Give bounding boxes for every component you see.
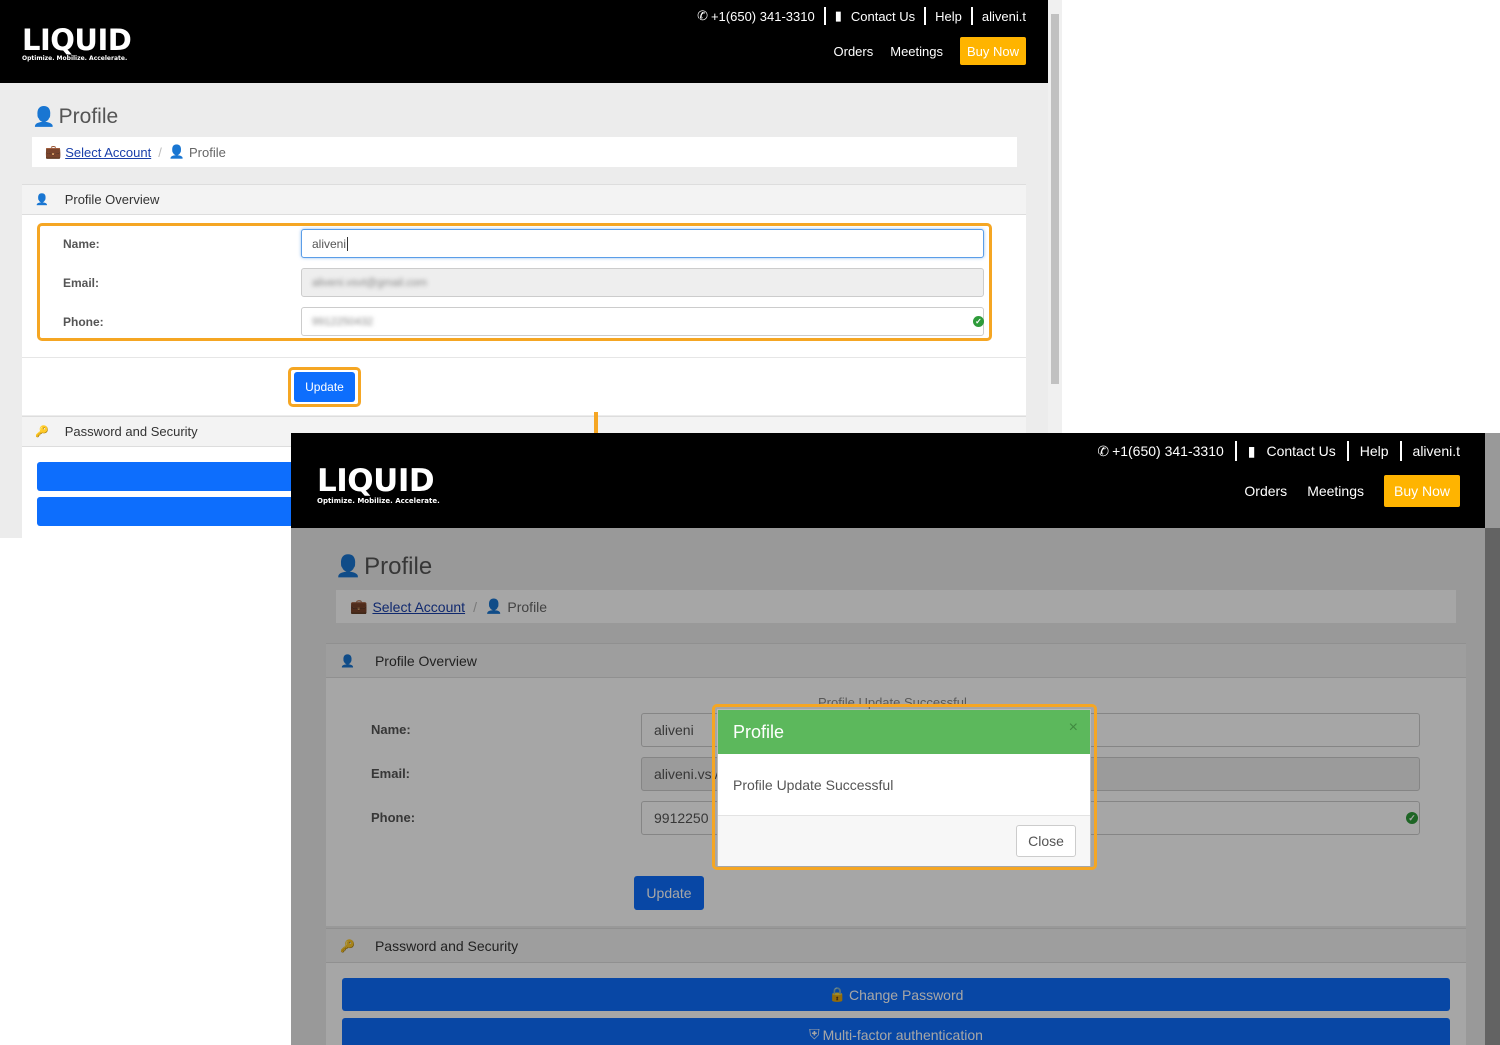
modal-footer: Close	[718, 816, 1090, 866]
phone-input[interactable]: 9912250432	[301, 307, 984, 336]
top-navbar: LIQUID Optimize. Mobilize. Accelerate. ✆…	[0, 0, 1048, 83]
utility-links: ✆ +1(650) 341-3310 ▮ Contact Us Help ali…	[697, 7, 1026, 25]
profile-overview-title: Profile Overview	[64, 192, 160, 207]
help-link[interactable]: Help	[1360, 443, 1389, 459]
nav-meetings[interactable]: Meetings	[1307, 483, 1364, 499]
name-label: Name:	[63, 237, 100, 251]
divider	[823, 7, 826, 25]
name-value: aliveni	[312, 236, 347, 251]
help-link[interactable]: Help	[935, 9, 962, 24]
nav-orders[interactable]: Orders	[834, 44, 874, 59]
logo-tagline: Optimize. Mobilize. Accelerate.	[317, 497, 440, 505]
profile-modal: Profile × Profile Update Successful Clos…	[717, 709, 1091, 866]
update-button[interactable]: Update	[294, 372, 355, 402]
buy-now-button[interactable]: Buy Now	[1384, 475, 1460, 507]
user-icon: 👤	[168, 144, 185, 159]
close-button[interactable]: Close	[1016, 825, 1076, 857]
divider	[1399, 441, 1402, 461]
user-icon: 👤	[32, 107, 56, 128]
profile-overview-header: 👤 Profile Overview	[22, 184, 1026, 215]
modal-title: Profile	[733, 721, 785, 742]
modal-header: Profile ×	[718, 710, 1090, 754]
utility-links: ✆ +1(650) 341-3310 ▮ Contact Us Help ali…	[1097, 441, 1460, 461]
mobile-icon: ▮	[834, 8, 842, 23]
nav-meetings[interactable]: Meetings	[890, 44, 943, 59]
user-menu[interactable]: aliveni.t	[1413, 443, 1460, 459]
logo-tagline: Optimize. Mobilize. Accelerate.	[22, 55, 128, 62]
divider	[22, 357, 1026, 358]
page-title-text: Profile	[58, 105, 119, 128]
close-icon[interactable]: ×	[1069, 719, 1078, 737]
scrollbar-thumb[interactable]	[1051, 14, 1059, 384]
email-value-blurred: aliveni.vsvt@gmail.com	[312, 276, 428, 289]
phone-label: Phone:	[63, 315, 104, 329]
modal-message: Profile Update Successful	[733, 776, 894, 793]
user-menu[interactable]: aliveni.t	[982, 9, 1026, 24]
phone-number[interactable]: +1(650) 341-3310	[711, 9, 815, 24]
briefcase-icon: 💼	[45, 144, 62, 159]
breadcrumb-select-account[interactable]: Select Account	[65, 145, 151, 160]
email-label: Email:	[63, 276, 100, 290]
dim-header-edge	[1485, 433, 1500, 1045]
divider	[970, 7, 973, 25]
phone-number[interactable]: +1(650) 341-3310	[1112, 443, 1224, 459]
user-icon: 👤	[35, 194, 49, 206]
password-security-title: Password and Security	[64, 424, 198, 439]
mobile-icon: ▮	[1247, 442, 1256, 459]
divider	[1234, 441, 1237, 461]
contact-us-link[interactable]: Contact Us	[851, 9, 915, 24]
nav-orders[interactable]: Orders	[1244, 483, 1287, 499]
divider	[1346, 441, 1349, 461]
email-input[interactable]: aliveni.vsvt@gmail.com	[301, 268, 984, 297]
main-nav: Orders Meetings Buy Now	[834, 37, 1026, 65]
modal-body: Profile Update Successful	[718, 754, 1090, 816]
name-input[interactable]: aliveni	[301, 229, 984, 258]
key-icon: 🔑	[35, 426, 49, 438]
liquid-logo[interactable]: LIQUID Optimize. Mobilize. Accelerate.	[22, 23, 132, 62]
buy-now-button[interactable]: Buy Now	[960, 37, 1026, 65]
breadcrumb-current: Profile	[189, 144, 226, 160]
phone-value-blurred: 9912250432	[312, 315, 374, 328]
liquid-logo[interactable]: LIQUID Optimize. Mobilize. Accelerate.	[317, 466, 440, 505]
main-nav: Orders Meetings Buy Now	[1244, 475, 1460, 507]
breadcrumb-separator: /	[158, 144, 162, 160]
logo-text: LIQUID	[22, 23, 132, 57]
logo-text: LIQUID	[317, 463, 435, 499]
breadcrumb: 💼 Select Account / 👤 Profile	[32, 137, 1017, 167]
top-navbar: LIQUID Optimize. Mobilize. Accelerate. ✆…	[291, 433, 1485, 528]
text-cursor	[347, 236, 349, 251]
phone-icon: ✆	[697, 8, 708, 23]
page-title: 👤 Profile	[32, 104, 118, 130]
phone-icon: ✆	[1097, 442, 1110, 459]
divider	[924, 7, 927, 25]
check-valid-icon: ✓	[973, 316, 984, 327]
screenshot-after: LIQUID Optimize. Mobilize. Accelerate. ✆…	[291, 433, 1500, 1045]
contact-us-link[interactable]: Contact Us	[1266, 443, 1335, 459]
